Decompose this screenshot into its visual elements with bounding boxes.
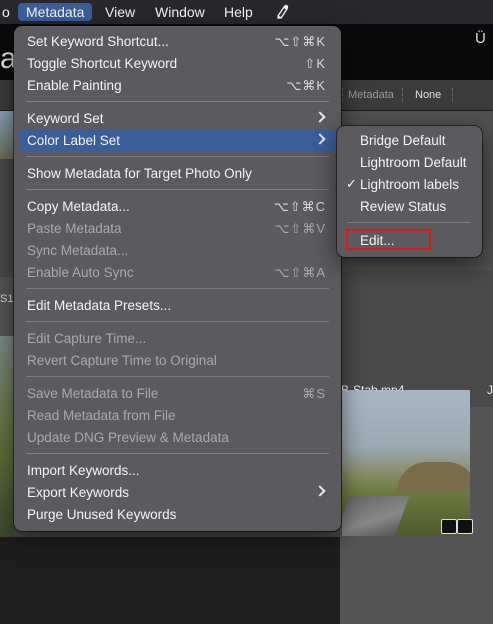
menu-item-label: Revert Capture Time to Original (27, 353, 217, 368)
menu-item-read-metadata-from-file: Read Metadata from File (19, 405, 336, 426)
menu-bar: o Metadata View Window Help (0, 0, 493, 24)
menu-item-label: Read Metadata from File (27, 408, 176, 423)
menu-item-label: Color Label Set (27, 133, 121, 148)
menu-item-label: Edit Metadata Presets... (27, 298, 172, 313)
menubar-item-app[interactable]: o (0, 3, 18, 21)
annotation-highlight-box (346, 229, 431, 250)
menu-item-keyword-set[interactable]: Keyword Set (19, 108, 336, 129)
menu-item-label: Paste Metadata (27, 221, 122, 236)
menu-item-sync-metadata: Sync Metadata... (19, 240, 336, 261)
menu-item-shortcut: ⌥⇧⌘C (273, 199, 326, 214)
menu-item-update-dng-preview: Update DNG Preview & Metadata (19, 427, 336, 448)
menubar-item-window[interactable]: Window (147, 3, 213, 21)
menu-item-label: Bridge Default (360, 133, 446, 148)
menu-item-label: Set Keyword Shortcut... (27, 34, 169, 49)
menu-item-edit-capture-time: Edit Capture Time... (19, 328, 336, 349)
metadata-menu: Set Keyword Shortcut... ⌥⇧⌘K Toggle Shor… (14, 26, 341, 531)
photo-thumbnail[interactable] (0, 336, 14, 537)
menu-item-purge-unused-keywords[interactable]: Purge Unused Keywords (19, 504, 336, 525)
photo-hill (397, 462, 470, 492)
menu-item-edit-metadata-presets[interactable]: Edit Metadata Presets... (19, 295, 336, 316)
menu-item-shortcut: ⇧K (304, 56, 326, 71)
filter-separator (342, 88, 344, 102)
menu-item-label: Enable Painting (27, 78, 122, 93)
menu-item-label: Import Keywords... (27, 463, 140, 478)
submenu-item-review-status[interactable]: Review Status (341, 196, 478, 217)
menu-item-label: Purge Unused Keywords (27, 507, 177, 522)
menu-item-shortcut: ⌥⇧⌘K (274, 34, 326, 49)
menu-item-label: Lightroom labels (360, 177, 460, 192)
menu-separator (26, 321, 329, 322)
menu-separator (26, 189, 329, 190)
menu-item-label: Sync Metadata... (27, 243, 129, 258)
crop-badge-icon[interactable] (441, 519, 457, 534)
menu-item-label: Copy Metadata... (27, 199, 130, 214)
menu-item-label: Toggle Shortcut Keyword (27, 56, 178, 71)
menu-item-label: Enable Auto Sync (27, 265, 134, 280)
menu-item-label: Save Metadata to File (27, 386, 159, 401)
menu-item-label: Update DNG Preview & Metadata (27, 430, 229, 445)
menu-item-shortcut: ⌥⇧⌘A (274, 265, 326, 280)
chevron-right-icon (314, 111, 326, 123)
filter-separator (402, 88, 404, 102)
menu-item-set-keyword-shortcut[interactable]: Set Keyword Shortcut... ⌥⇧⌘K (19, 31, 336, 52)
menu-item-label: Show Metadata for Target Photo Only (27, 166, 252, 181)
filter-separator (452, 88, 454, 102)
menubar-item-view[interactable]: View (97, 3, 143, 21)
photo-thumbnail[interactable] (342, 390, 470, 536)
checkmark-icon: ✓ (346, 176, 357, 191)
chevron-right-icon (314, 133, 326, 145)
menu-item-toggle-shortcut-keyword[interactable]: Toggle Shortcut Keyword ⇧K (19, 53, 336, 74)
menu-item-export-keywords[interactable]: Export Keywords (19, 482, 336, 503)
thumbnail-badges (437, 519, 473, 534)
submenu-item-lightroom-labels[interactable]: ✓ Lightroom labels (341, 174, 478, 195)
menu-separator (26, 376, 329, 377)
menu-item-enable-painting[interactable]: Enable Painting ⌥⌘K (19, 75, 336, 96)
photo-road (342, 496, 410, 536)
menu-item-shortcut: ⌘S (302, 386, 326, 401)
menu-item-color-label-set[interactable]: Color Label Set (19, 130, 336, 151)
menu-item-label: Keyword Set (27, 111, 104, 126)
chevron-right-icon (314, 485, 326, 497)
menu-item-enable-auto-sync: Enable Auto Sync ⌥⇧⌘A (19, 262, 336, 283)
photo-thumbnail[interactable] (0, 111, 14, 159)
menu-separator (347, 222, 470, 223)
submenu-item-lightroom-default[interactable]: Lightroom Default (341, 152, 478, 173)
filter-metadata-tab[interactable]: Metadata (348, 89, 394, 101)
menu-item-show-metadata-target-photo[interactable]: Show Metadata for Target Photo Only (19, 163, 336, 184)
menu-item-import-keywords[interactable]: Import Keywords... (19, 460, 336, 481)
submenu-item-bridge-default[interactable]: Bridge Default (341, 130, 478, 151)
menu-item-save-metadata-to-file: Save Metadata to File ⌘S (19, 383, 336, 404)
menu-item-label: Lightroom Default (360, 155, 467, 170)
menu-item-shortcut: ⌥⇧⌘V (274, 221, 326, 236)
menu-item-revert-capture-time: Revert Capture Time to Original (19, 350, 336, 371)
header-right-text: Ü (475, 30, 486, 47)
menu-separator (26, 453, 329, 454)
menu-separator (26, 288, 329, 289)
menubar-item-help[interactable]: Help (216, 3, 261, 21)
thumbnail-filename: J (487, 383, 493, 397)
menu-separator (26, 156, 329, 157)
menu-item-shortcut: ⌥⌘K (286, 78, 326, 93)
menu-item-label: Review Status (360, 199, 447, 214)
filter-none-tab[interactable]: None (415, 89, 441, 101)
menu-item-paste-metadata: Paste Metadata ⌥⇧⌘V (19, 218, 336, 239)
menubar-item-metadata[interactable]: Metadata (18, 3, 93, 21)
menu-separator (26, 101, 329, 102)
script-menu-icon[interactable] (272, 2, 294, 22)
menu-item-label: Edit Capture Time... (27, 331, 147, 346)
comment-badge-icon[interactable] (457, 519, 473, 534)
menu-item-label: Export Keywords (27, 485, 130, 500)
menu-item-copy-metadata[interactable]: Copy Metadata... ⌥⇧⌘C (19, 196, 336, 217)
